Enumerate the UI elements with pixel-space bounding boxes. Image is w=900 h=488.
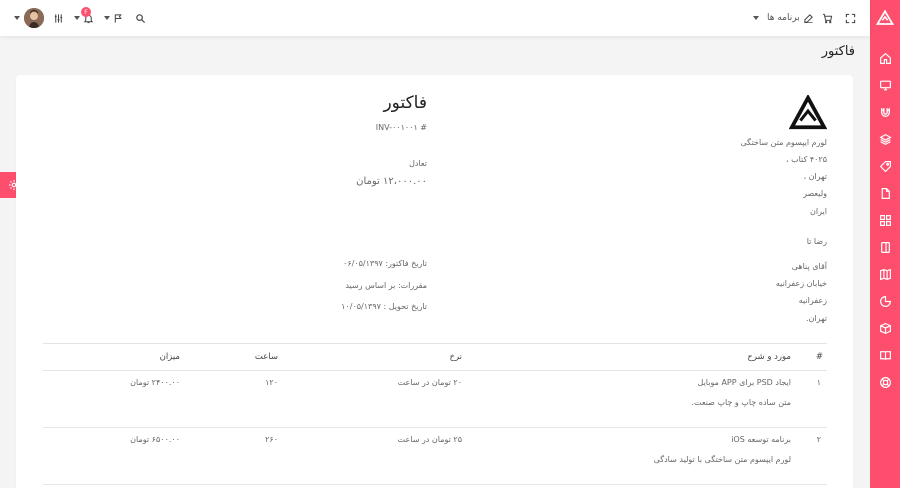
sliders-icon [54, 13, 63, 23]
user-menu[interactable] [14, 0, 44, 36]
row-hours: ۱۲۰ [180, 370, 278, 428]
grid-icon [879, 214, 891, 226]
invoice-items-table: # مورد و شرح نرخ ساعت میزان ۱ ایجاد PSD … [43, 343, 827, 485]
sidebar-item-magnet[interactable] [870, 101, 900, 123]
flag-dropdown[interactable] [104, 0, 124, 36]
monitor-icon [879, 80, 891, 90]
sidebar-item-support[interactable] [870, 371, 900, 393]
sidebar-item-monitor[interactable] [870, 74, 900, 96]
page-title: فاکتور [821, 44, 855, 59]
chevron-down-icon [104, 16, 110, 20]
notifications-button[interactable]: F [74, 0, 94, 36]
map-icon [879, 268, 891, 280]
search-icon [136, 13, 146, 23]
magnet-icon [880, 107, 890, 117]
sidebar-panel-icon [880, 241, 890, 253]
programs-label: برنامه ها [767, 13, 800, 23]
invoice-card: لورم ایپسوم متن ساختگی ۴۰۲۵ کتاب ، تهران… [16, 75, 853, 488]
search-button[interactable] [135, 0, 146, 36]
table-row: ۱ ایجاد PSD برای APP موبایل متن ساده چاپ… [43, 370, 827, 428]
avatar [24, 8, 44, 28]
company-address-line: تهران ، [803, 172, 827, 181]
app-logo-icon[interactable] [876, 9, 894, 27]
row-subtitle: لورم ایپسوم متن ساختگی با تولید سادگی [653, 455, 791, 464]
home-icon [879, 52, 891, 64]
balance-value: ۱۲،۰۰۰.۰۰ تومان [356, 176, 427, 187]
row-subtitle: متن ساده چاپ و چاپ صنعت. [691, 398, 791, 407]
lifebuoy-icon [879, 376, 891, 388]
sidebar-item-home[interactable] [870, 47, 900, 69]
sidebar-item-book[interactable] [870, 344, 900, 366]
row-num: ۲ [807, 427, 827, 485]
bill-to-street: خیابان زعفرانیه [775, 279, 827, 288]
sidebar-item-pie[interactable] [870, 290, 900, 312]
chevron-down-icon [753, 16, 759, 20]
due-date: تاریخ تحویل : ۱۰/۰۵/۱۳۹۷ [341, 302, 427, 311]
fullscreen-icon [845, 13, 856, 23]
cart-button[interactable] [822, 0, 833, 36]
bill-to-label: رضا تا [806, 237, 827, 246]
settings-sliders-button[interactable] [53, 0, 64, 36]
sidebar-item-file[interactable] [870, 182, 900, 204]
row-desc: برنامه توسعه iOS لورم ایپسوم متن ساختگی … [462, 427, 807, 485]
col-amount-header: میزان [43, 343, 180, 371]
bill-to-area: زعفرانیه [798, 296, 827, 305]
bill-to-city: تهران. [806, 314, 827, 323]
sidebar-item-panel[interactable] [870, 236, 900, 258]
bill-to-name: آقای پناهی [791, 262, 827, 271]
balance-label: تعادل [409, 159, 427, 168]
row-hours: ۲۶۰ [180, 427, 278, 485]
fullscreen-button[interactable] [845, 0, 856, 36]
top-bar: برنامه ها F [0, 0, 870, 36]
book-icon [879, 350, 891, 360]
package-icon [879, 322, 891, 334]
tag-icon [879, 160, 891, 172]
sidebar [870, 0, 900, 488]
sidebar-item-tag[interactable] [870, 155, 900, 177]
invoice-number: # INV-۰۰۱۰۰۱ [375, 123, 427, 132]
sidebar-item-map[interactable] [870, 263, 900, 285]
company-address-line: ایران [810, 207, 827, 216]
company-logo-icon [789, 95, 827, 130]
file-icon [881, 187, 890, 199]
sidebar-item-package[interactable] [870, 317, 900, 339]
layers-icon [878, 133, 892, 145]
invoice-terms: مقررات: بر اساس رسید [345, 281, 427, 290]
sidebar-item-layers[interactable] [870, 128, 900, 150]
table-header-row: # مورد و شرح نرخ ساعت میزان [43, 343, 827, 371]
pie-chart-icon [879, 295, 891, 307]
programs-dropdown[interactable]: برنامه ها [753, 0, 814, 36]
col-desc-header: مورد و شرح [462, 343, 807, 371]
table-row: ۲ برنامه توسعه iOS لورم ایپسوم متن ساختگ… [43, 427, 827, 485]
company-address-line: ولیعصر [803, 189, 827, 198]
col-num-header: # [807, 343, 827, 371]
chevron-down-icon [74, 16, 80, 20]
sidebar-item-grid[interactable] [870, 209, 900, 231]
invoice-title: فاکتور [383, 93, 427, 113]
row-rate: ۲۵ تومان در ساعت [278, 427, 462, 485]
company-name: لورم ایپسوم متن ساختگی [740, 138, 827, 147]
cart-icon [822, 13, 833, 23]
row-desc: ایجاد PSD برای APP موبایل متن ساده چاپ و… [462, 370, 807, 428]
row-title: ایجاد PSD برای APP موبایل [697, 378, 791, 387]
flag-icon [114, 13, 122, 23]
notification-badge: F [81, 7, 91, 17]
col-hours-header: ساعت [180, 343, 278, 371]
invoice-date: تاریخ فاکتور: ۰۶/۰۵/۱۳۹۷ [343, 259, 427, 268]
row-rate: ۲۰ تومان در ساعت [278, 370, 462, 428]
row-title: برنامه توسعه iOS [731, 435, 791, 444]
chevron-down-icon [14, 16, 20, 20]
edit-icon [804, 13, 813, 23]
row-amount: ۶۵۰۰.۰۰ تومان [43, 427, 180, 485]
company-address-line: ۴۰۲۵ کتاب ، [785, 155, 827, 164]
row-num: ۱ [807, 370, 827, 428]
row-amount: ۲۴۰۰.۰۰ تومان [43, 370, 180, 428]
col-rate-header: نرخ [278, 343, 462, 371]
